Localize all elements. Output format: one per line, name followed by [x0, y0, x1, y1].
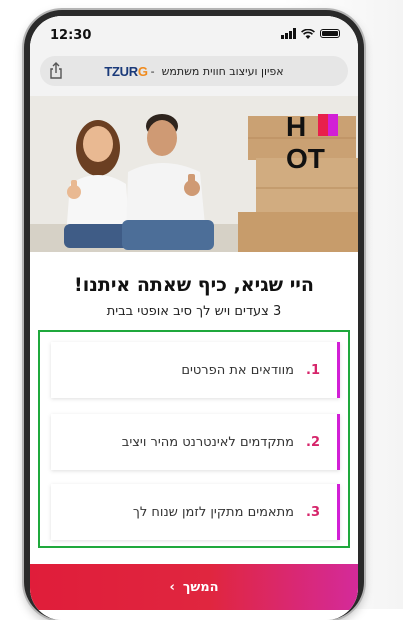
step-text: מתקדמים לאינטרנט מהיר ויציב	[121, 434, 294, 450]
step-item-3: 3. מתאמים מתקין לזמן שנוח לך	[51, 484, 340, 540]
tzur-logo-accent: G	[137, 63, 148, 79]
continue-button[interactable]: המשך ›	[30, 564, 358, 610]
status-time: 12:30	[50, 28, 92, 43]
page-title: אפיון ועיצוב חווית משתמש	[161, 64, 284, 78]
step-accent-bar	[337, 414, 340, 470]
step-number: 1.	[306, 362, 320, 378]
step-text: מתאמים מתקין לזמן שנוח לך	[132, 504, 294, 520]
continue-label: המשך	[182, 579, 219, 595]
phone-frame: 12:30 אפיון ועיצוב חווית משתמש - TZURG H…	[24, 10, 364, 620]
step-number: 3.	[306, 504, 320, 520]
tzur-logo: TZURG	[104, 63, 148, 79]
step-text: מוודאים את הפרטים	[181, 362, 294, 378]
chevron-left-icon: ›	[169, 579, 175, 595]
share-icon[interactable]	[48, 62, 64, 80]
greeting-subtitle: 3 צעדים ויש לך סיב אופטי בבית	[106, 304, 282, 319]
browser-toolbar: אפיון ועיצוב חווית משתמש - TZURG	[30, 48, 358, 96]
hero-image: H OT	[30, 96, 358, 252]
steps-highlight-box: 1. מוודאים את הפרטים 2. מתקדמים לאינטרנט…	[38, 330, 350, 548]
step-item-1: 1. מוודאים את הפרטים	[51, 342, 340, 398]
hot-logo: H OT	[286, 111, 338, 172]
status-bar: 12:30	[30, 16, 358, 48]
battery-icon	[320, 29, 340, 38]
step-accent-bar	[337, 484, 340, 540]
step-number: 2.	[306, 434, 320, 450]
step-item-2: 2. מתקדמים לאינטרנט מהיר ויציב	[51, 414, 340, 470]
status-icons	[281, 28, 340, 39]
svg-text:H: H	[286, 111, 306, 142]
tzur-logo-text: TZUR	[104, 63, 138, 79]
address-bar[interactable]: אפיון ועיצוב חווית משתמש - TZURG	[40, 56, 348, 86]
box-bottom	[238, 212, 358, 252]
svg-text:OT: OT	[286, 143, 325, 172]
wifi-icon	[301, 28, 315, 39]
signal-icon	[281, 28, 296, 39]
screen: 12:30 אפיון ועיצוב חווית משתמש - TZURG H…	[30, 16, 358, 620]
greeting-title: היי שגיא, כיף שאתה איתנו!	[74, 274, 314, 296]
step-accent-bar	[337, 342, 340, 398]
phone-screen: 12:30 אפיון ועיצוב חווית משתמש - TZURG H…	[30, 16, 358, 620]
title-separator: -	[150, 64, 155, 78]
